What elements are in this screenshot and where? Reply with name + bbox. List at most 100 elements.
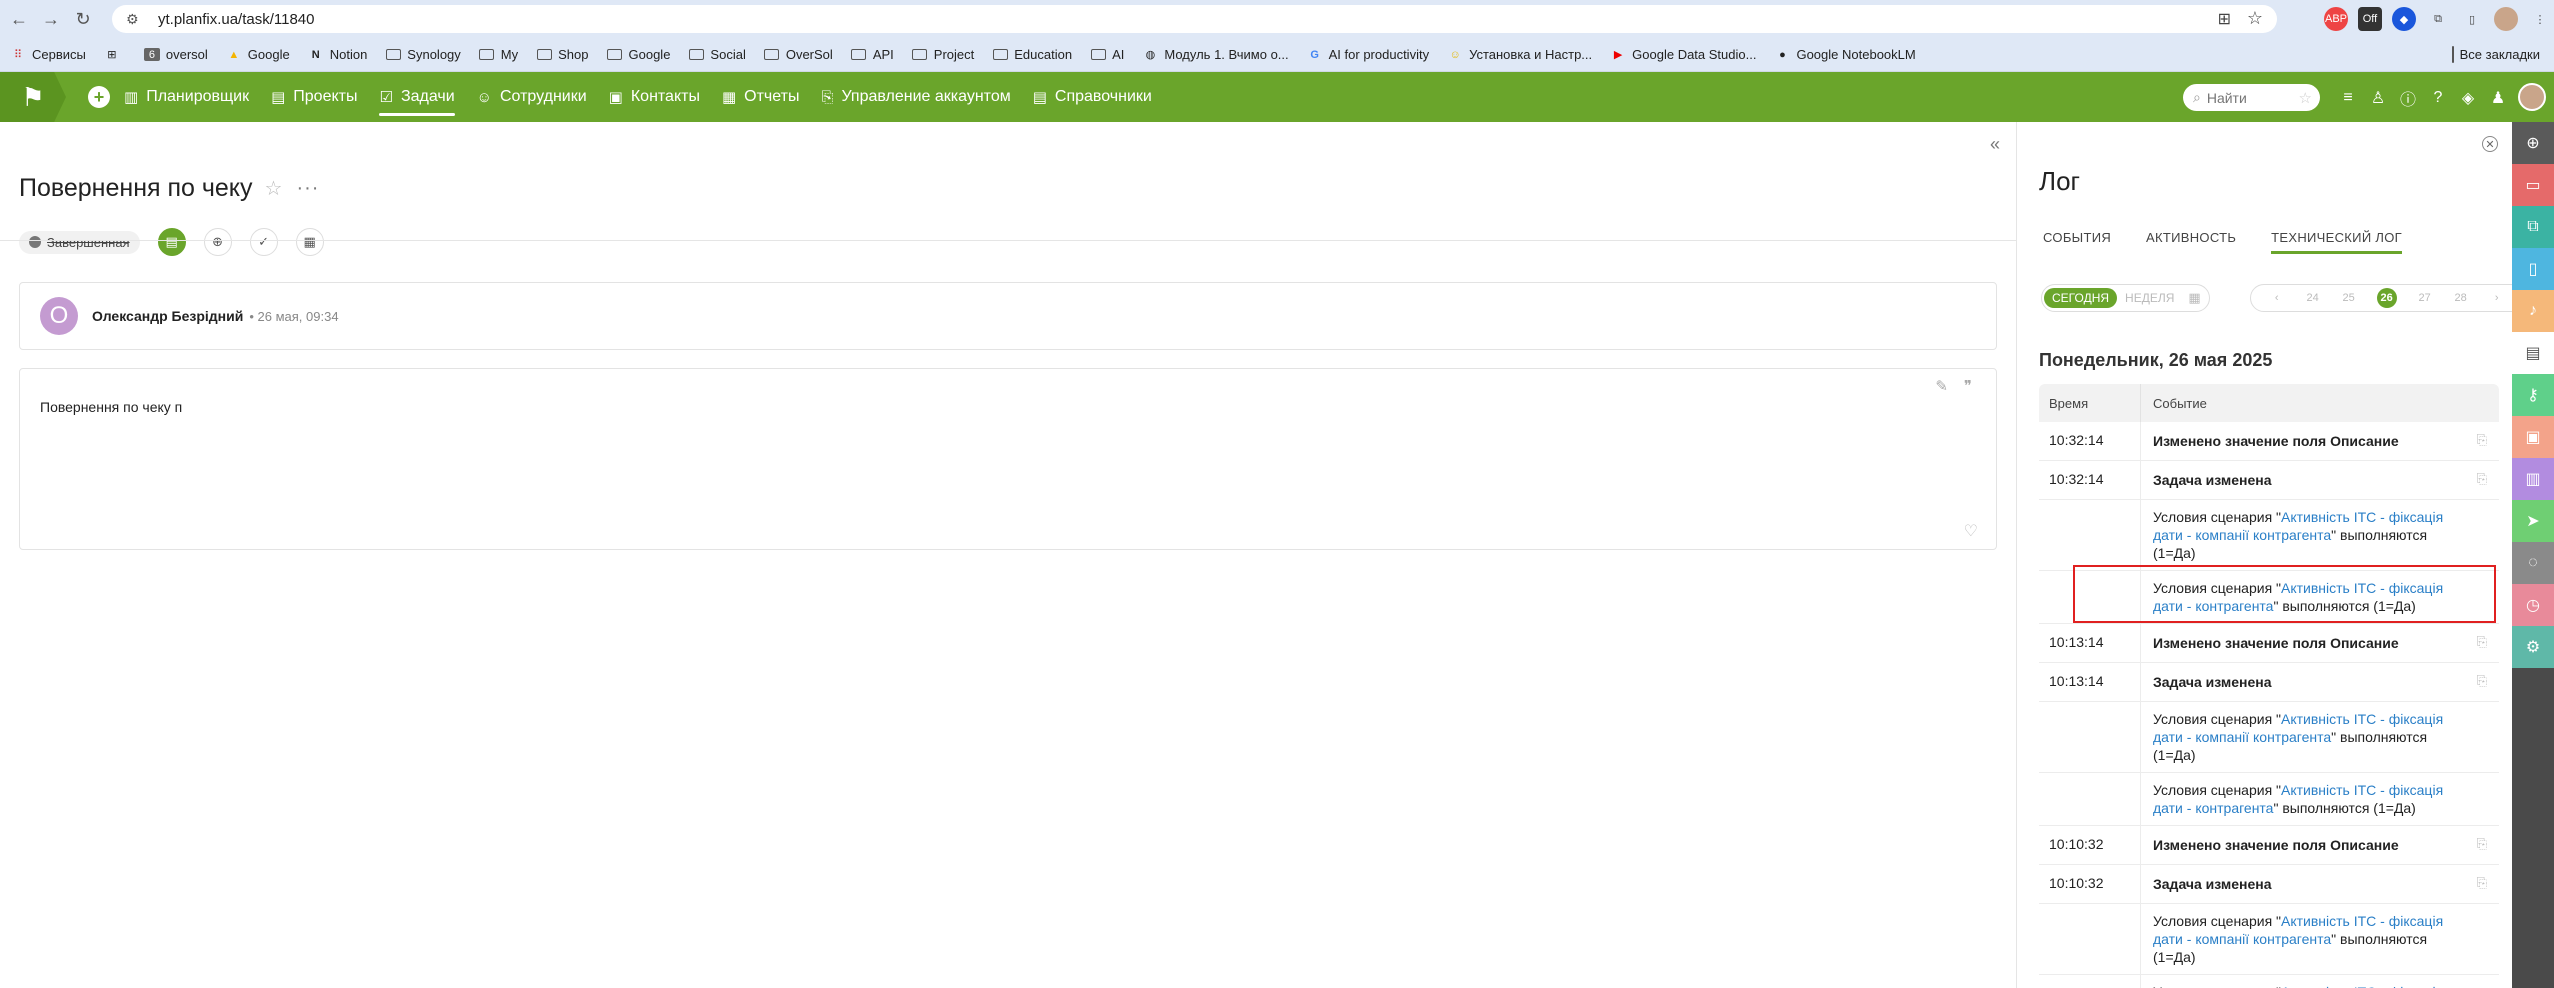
bookmark-google-folder[interactable]: Google (607, 47, 670, 62)
address-bar[interactable]: ⚙ yt.planfix.ua/task/11840 ⊞ ☆ (112, 5, 2277, 33)
bookmark-services[interactable]: ⠿ Сервисы (10, 47, 86, 62)
menu-planner[interactable]: ▥ Планировщик (124, 72, 249, 122)
bookmark-ai-productivity[interactable]: G AI for productivity (1307, 47, 1429, 62)
day-26[interactable]: 26 (2376, 288, 2397, 308)
link-icon[interactable]: ⎘ (2477, 673, 2487, 689)
reload-button[interactable]: ↻ (70, 6, 96, 32)
user-avatar[interactable] (2518, 83, 2546, 111)
extensions-puzzle-icon[interactable]: ⧉ (2426, 7, 2450, 31)
site-settings-icon[interactable]: ⚙ (126, 11, 148, 28)
link-icon[interactable]: ⎘ (2477, 634, 2487, 650)
status-badge[interactable]: Завершенная (19, 230, 140, 254)
bell-icon[interactable]: ♪ (2512, 290, 2554, 332)
planfix-logo-flag-icon[interactable]: ⚑ (0, 72, 66, 122)
bookmark-grid[interactable]: ⊞ (104, 48, 126, 61)
analytics-icon[interactable]: ▥ (2512, 458, 2554, 500)
clipboard-icon[interactable]: ▤ (2512, 332, 2554, 374)
monitor-icon[interactable]: ▭ (2512, 164, 2554, 206)
close-icon[interactable]: ✕ (2482, 136, 2498, 152)
share-icon[interactable]: ⧉ (2512, 206, 2554, 248)
bookmark-oversol-folder[interactable]: OverSol (764, 47, 833, 62)
edit-pencil-icon[interactable]: ✎ (1935, 377, 1948, 395)
comments-icon[interactable]: ▤ (157, 228, 186, 256)
checklist-icon[interactable]: ✓ (249, 228, 278, 256)
settings-gear-icon[interactable]: ⚙ (2512, 626, 2554, 668)
menu-directories[interactable]: ▤ Справочники (1033, 72, 1152, 122)
bookmark-module[interactable]: ◍ Модуль 1. Вчимо о... (1142, 47, 1289, 62)
menu-account[interactable]: ⎘ Управление аккаунтом (821, 72, 1010, 122)
tab-technical-log[interactable]: ТЕХНИЧЕСКИЙ ЛОГ (2271, 230, 2402, 254)
contact-card-icon[interactable]: ▣ (2512, 416, 2554, 458)
author-avatar[interactable]: О (40, 297, 78, 335)
planfix-tool-icon[interactable]: ⊕ (2512, 122, 2554, 164)
search-input[interactable] (2206, 89, 2287, 106)
bookmark-notion[interactable]: N Notion (308, 47, 368, 62)
author-name[interactable]: Олександр Безрідний (92, 308, 243, 324)
menu-employees[interactable]: ☺ Сотрудники (477, 72, 587, 122)
day-25[interactable]: 25 (2341, 292, 2357, 304)
install-app-icon[interactable]: ⊞ (2218, 9, 2231, 29)
notes-icon[interactable]: ▦ (295, 228, 324, 256)
bookmark-data-studio[interactable]: ▶ Google Data Studio... (1610, 47, 1757, 62)
link-icon[interactable]: ⎘ (2477, 875, 2487, 891)
heart-icon[interactable]: ♡ (1964, 521, 1978, 541)
day-27[interactable]: 27 (2417, 292, 2433, 304)
favorite-star-icon[interactable]: ☆ (265, 176, 283, 201)
tab-events[interactable]: СОБЫТИЯ (2043, 230, 2111, 254)
info-icon[interactable]: ⓘ (2400, 86, 2416, 110)
extension-shield-icon[interactable]: ◆ (2392, 7, 2416, 31)
link-icon[interactable]: ⎘ (2477, 836, 2487, 852)
tab-activity[interactable]: АКТИВНОСТЬ (2146, 230, 2236, 254)
filter-today[interactable]: СЕГОДНЯ (2044, 288, 2118, 308)
link-icon[interactable]: ⎘ (2477, 432, 2487, 448)
link-icon[interactable]: ⎘ (2477, 471, 2487, 487)
collapse-double-chevron-icon[interactable]: « (1990, 134, 2000, 155)
search-star-icon[interactable]: ☆ (2299, 89, 2312, 107)
clock-icon[interactable]: ◷ (2512, 584, 2554, 626)
bookmark-project[interactable]: Project (912, 47, 974, 62)
filter-week[interactable]: НЕДЕЛЯ (2117, 288, 2182, 308)
menu-projects[interactable]: ▤ Проекты (271, 72, 357, 122)
quote-icon[interactable]: ❞ (1964, 377, 1972, 395)
document-icon[interactable]: ▯ (2512, 248, 2554, 290)
bookmark-api[interactable]: API (851, 47, 894, 62)
user-add-icon[interactable]: ♟ (2490, 88, 2506, 108)
list-menu-icon[interactable]: ≡ (2340, 89, 2356, 107)
planfix-icon[interactable]: ⊕ (203, 228, 232, 256)
back-button[interactable]: ← (6, 6, 32, 32)
all-bookmarks[interactable]: Все закладки (2451, 46, 2540, 63)
tree-icon[interactable]: ♙ (2370, 88, 2386, 108)
next-chevron-icon[interactable]: › (2489, 292, 2505, 304)
day-28[interactable]: 28 (2453, 292, 2469, 304)
layers-icon[interactable]: ◈ (2460, 88, 2476, 108)
browser-menu-icon[interactable]: ⋮ (2528, 7, 2552, 31)
bookmark-social[interactable]: Social (688, 47, 746, 62)
forward-button[interactable]: → (38, 6, 64, 32)
bookmark-synology[interactable]: Synology (385, 47, 461, 62)
menu-contacts[interactable]: ▣ Контакты (609, 72, 700, 122)
bookmark-oversol[interactable]: 6 oversol (143, 47, 208, 62)
calendar-icon[interactable]: ▦ (2182, 290, 2206, 306)
menu-reports[interactable]: ▦ Отчеты (722, 72, 800, 122)
search-box[interactable]: ⌕ ☆ (2183, 84, 2320, 111)
extension-abp-icon[interactable]: ABP (2324, 7, 2348, 31)
side-panel-icon[interactable]: ▯ (2460, 7, 2484, 31)
menu-tasks[interactable]: ☑ Задачи (379, 72, 455, 122)
bookmark-notebooklm[interactable]: ● Google NotebookLM (1774, 47, 1916, 62)
description-text[interactable]: Повернення по чеку п (40, 399, 182, 415)
key-icon[interactable]: ⚷ (2512, 374, 2554, 416)
bookmark-google-drive[interactable]: ▲ Google (226, 47, 289, 62)
bookmark-star-icon[interactable]: ☆ (2247, 8, 2263, 29)
day-24[interactable]: 24 (2305, 292, 2321, 304)
send-icon[interactable]: ➤ (2512, 500, 2554, 542)
bookmark-my[interactable]: My (479, 47, 518, 62)
bookmark-education[interactable]: Education (992, 47, 1072, 62)
more-dots-icon[interactable]: ··· (296, 177, 319, 200)
bookmark-install[interactable]: ☺ Установка и Настр... (1447, 47, 1592, 62)
bookmark-ai[interactable]: AI (1090, 47, 1124, 62)
profile-avatar[interactable] (2494, 7, 2518, 31)
prev-chevron-icon[interactable]: ‹ (2269, 292, 2285, 304)
help-icon[interactable]: ? (2430, 89, 2446, 107)
add-plus-icon[interactable]: + (88, 86, 110, 108)
bookmark-shop[interactable]: Shop (536, 47, 589, 62)
